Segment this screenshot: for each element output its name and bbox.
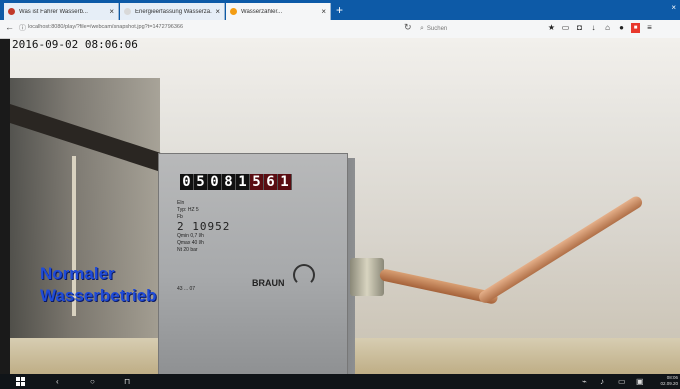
spec-line: Nt 20 bar — [177, 247, 198, 253]
meter-digit: 5 — [194, 174, 208, 190]
tab-favicon — [8, 8, 15, 15]
tab-3-active[interactable]: Wasserzähler... × — [226, 3, 331, 20]
close-icon[interactable]: × — [109, 7, 114, 16]
plate-line: Eln — [177, 200, 185, 206]
window-close-icon[interactable]: × — [671, 3, 676, 12]
meter-brand: BRAUN — [252, 278, 285, 288]
battery-icon[interactable]: ▭ — [618, 376, 626, 387]
timestamp: 2016-09-02 08:06:06 — [10, 38, 140, 51]
meter-digit-fraction: 6 — [264, 174, 278, 190]
cortana-icon[interactable]: ○ — [90, 376, 95, 387]
search-placeholder: Suchen — [426, 25, 448, 32]
meter-digit: 0 — [208, 174, 222, 190]
taskbar: ‹ ○ ⊓ ⌁ ♪ ▭ ▣ 08:06 02.09.20 — [0, 374, 680, 389]
menu-icon[interactable]: ≡ — [645, 23, 654, 33]
meter-counter: 0 5 0 8 1 5 6 1 — [180, 174, 292, 190]
spec-line: Qmax 40 l/h — [177, 240, 204, 246]
meter-code: 43 ... 07 — [177, 286, 196, 292]
webcam-image: 0 5 0 8 1 5 6 1 Eln Typ: HZ 5 Fb 2 10952… — [10, 38, 680, 374]
tab-label: Wasserzähler... — [241, 8, 283, 15]
spec-line: Qmin 0,7 l/h — [177, 233, 204, 239]
close-icon[interactable]: × — [215, 7, 220, 16]
volume-icon[interactable]: ♪ — [600, 376, 604, 387]
clock-date: 02.09.20 — [660, 381, 678, 386]
meter-digit-fraction: 1 — [278, 174, 292, 190]
back-icon[interactable]: ‹ — [56, 376, 59, 387]
close-icon[interactable]: × — [321, 7, 326, 16]
tab-1[interactable]: Was ist Fahrer Wasserb... × — [4, 3, 119, 20]
back-arrow-icon[interactable]: ← — [5, 22, 14, 32]
tab-2[interactable]: Energieerfassung Wasserzä... × — [120, 3, 225, 20]
meter-plate: Eln Typ: HZ 5 Fb 2 10952 Qmin 0,7 l/h Qm… — [177, 200, 230, 254]
windows-start-icon[interactable] — [16, 377, 25, 386]
reader-icon[interactable]: ▭ — [561, 23, 570, 33]
search-icon: ⌕ — [420, 24, 424, 32]
brand-logo — [293, 264, 315, 286]
home-icon[interactable]: ⌂ — [603, 23, 612, 33]
search-box[interactable]: ⌕ Suchen — [420, 23, 520, 34]
meter-digit: 8 — [222, 174, 236, 190]
site-info-icon[interactable]: ⓘ — [19, 23, 26, 33]
star-icon[interactable]: ★ — [547, 23, 556, 33]
task-view-icon[interactable]: ⊓ — [124, 376, 130, 387]
sync-icon[interactable]: ● — [617, 23, 626, 33]
plate-line: Typ: HZ 5 — [177, 207, 199, 213]
pocket-icon[interactable]: ◘ — [575, 23, 584, 33]
tab-label: Energieerfassung Wasserzä... — [135, 8, 213, 15]
meter-digit-fraction: 5 — [250, 174, 264, 190]
tab-bar: Was ist Fahrer Wasserb... × Energieerfas… — [0, 0, 680, 20]
tab-favicon — [230, 8, 237, 15]
reload-icon[interactable]: ↻ — [404, 22, 412, 33]
status-line-2: Wasserbetrieb — [40, 286, 157, 305]
new-tab-icon[interactable]: + — [336, 3, 343, 17]
tab-label: Was ist Fahrer Wasserb... — [19, 8, 88, 15]
tab-favicon — [124, 8, 131, 15]
meter-digit: 0 — [180, 174, 194, 190]
brass-nut — [350, 258, 384, 296]
copper-pipe-rising — [476, 194, 645, 306]
download-icon[interactable]: ↓ — [589, 23, 598, 33]
status-line-1: Normaler — [40, 264, 115, 283]
addon-icon[interactable]: ■ — [631, 23, 640, 33]
keyboard-icon[interactable]: ▣ — [636, 376, 644, 387]
system-clock[interactable]: 08:06 02.09.20 — [660, 375, 678, 387]
toolbar-icons: ★ ▭ ◘ ↓ ⌂ ● ■ ≡ — [547, 23, 654, 33]
url-bar[interactable]: localhost:8080/play/?file=/webcam/snapsh… — [28, 24, 183, 30]
status-overlay: Normaler Wasserbetrieb — [40, 263, 157, 307]
network-icon[interactable]: ⌁ — [582, 376, 587, 387]
meter-digit: 1 — [236, 174, 250, 190]
nav-bar: ← ⓘ localhost:8080/play/?file=/webcam/sn… — [0, 20, 680, 39]
meter-serial: 2 10952 — [177, 220, 231, 233]
